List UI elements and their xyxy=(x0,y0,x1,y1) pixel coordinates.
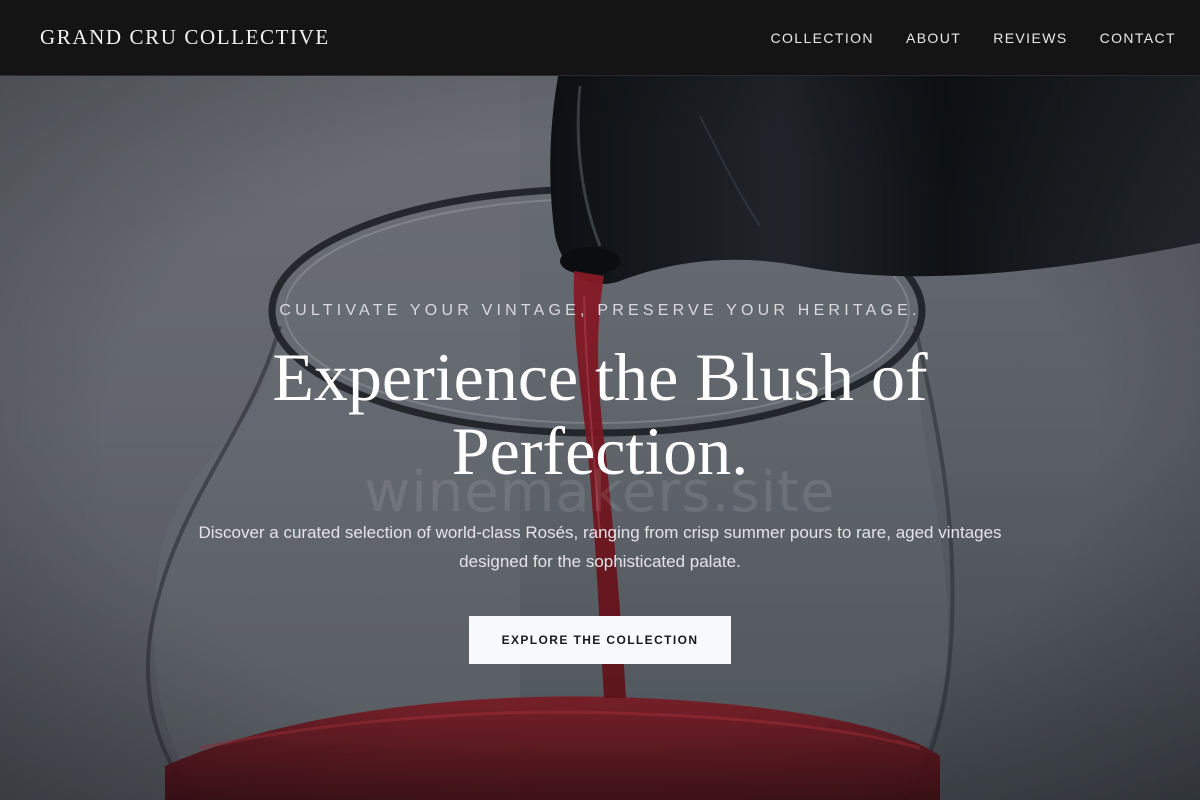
nav-about-link[interactable]: ABOUT xyxy=(906,30,961,46)
main-nav: COLLECTION ABOUT REVIEWS CONTACT xyxy=(770,30,1176,46)
hero-eyebrow: CULTIVATE YOUR VINTAGE, PRESERVE YOUR HE… xyxy=(279,302,921,319)
nav-collection-link[interactable]: COLLECTION xyxy=(770,30,873,46)
hero-headline-line-2: Perfection. xyxy=(451,413,749,489)
explore-collection-button[interactable]: EXPLORE THE COLLECTION xyxy=(469,616,731,664)
brand-logo[interactable]: GRAND CRU COLLECTIVE xyxy=(40,25,330,50)
hero-content: CULTIVATE YOUR VINTAGE, PRESERVE YOUR HE… xyxy=(0,302,1200,664)
hero-headline-line-1: Experience the Blush of xyxy=(272,339,928,415)
hero-subtext: Discover a curated selection of world-cl… xyxy=(198,523,1002,571)
hero-section: winemakers.site CULTIVATE YOUR VINTAGE, … xyxy=(0,76,1200,800)
hero-headline: Experience the Blush of Perfection. xyxy=(0,340,1200,488)
nav-reviews-link[interactable]: REVIEWS xyxy=(993,30,1067,46)
nav-contact-link[interactable]: CONTACT xyxy=(1100,30,1176,46)
site-header: GRAND CRU COLLECTIVE COLLECTION ABOUT RE… xyxy=(0,0,1200,76)
